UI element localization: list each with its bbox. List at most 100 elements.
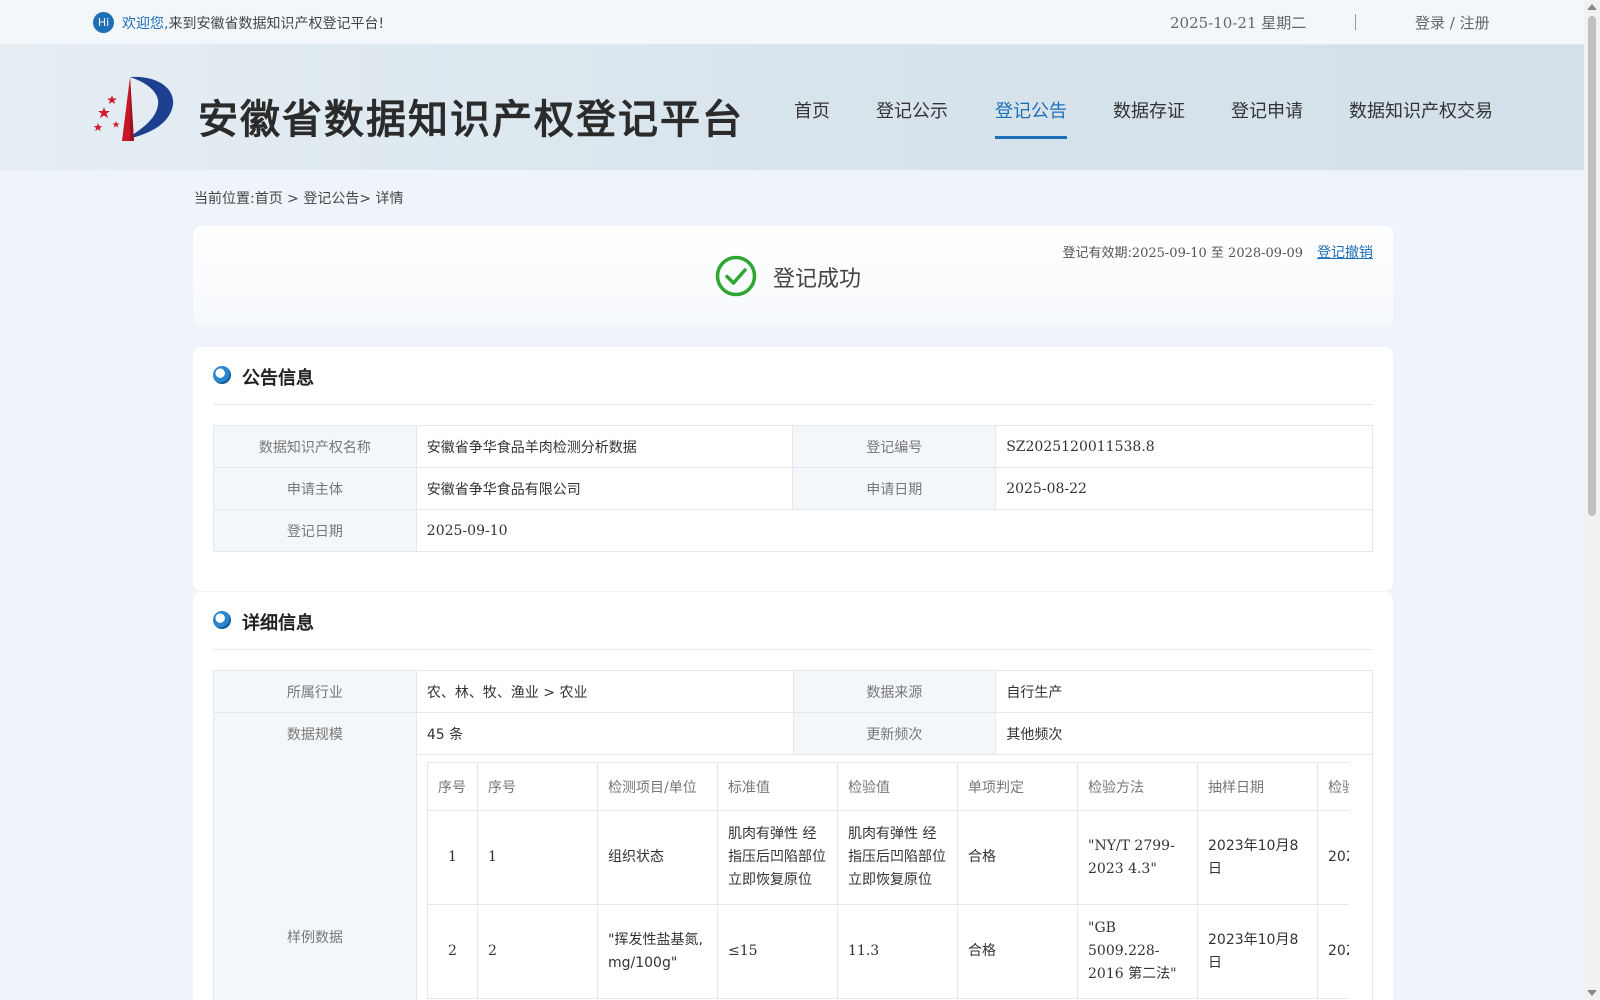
column-header: 检测项目/单位 bbox=[597, 762, 718, 811]
top-bar: Hi 欢迎您,来到安徽省数据知识产权登记平台! 2025-10-21 星期二 登… bbox=[0, 0, 1584, 45]
validity-value: 2025-09-10 至 2028-09-09 bbox=[1131, 246, 1303, 261]
table-cell: "NY/T 2799-2023 4.3" bbox=[1077, 810, 1198, 905]
nav-data-evidence[interactable]: 数据存证 bbox=[1113, 97, 1185, 139]
table-row: 数据规模 45 条 更新频次 其他频次 bbox=[213, 712, 1373, 755]
section-bullet-icon bbox=[213, 366, 231, 384]
field-label: 数据来源 bbox=[792, 670, 997, 713]
field-value: 安徽省争华食品有限公司 bbox=[415, 467, 794, 510]
field-value: 自行生产 bbox=[995, 670, 1373, 713]
sample-data-row: 样例数据 序号 序号 检测项目/单位 标准值 检验值 单项判定 检验方法 抽样日… bbox=[213, 752, 1373, 1000]
column-header: 检验值 bbox=[837, 762, 958, 811]
welcome-highlight: 欢迎您, bbox=[122, 16, 169, 32]
scroll-down-arrow-icon[interactable] bbox=[1587, 990, 1597, 996]
table-cell: 1 bbox=[427, 810, 478, 905]
register-link[interactable]: 注册 bbox=[1460, 14, 1490, 32]
column-header: 序号 bbox=[477, 762, 598, 811]
table-row: 1 1 组织状态 肌肉有弹性 经指压后凹陷部位立即恢复原位 肌肉有弹性 经指压后… bbox=[427, 810, 1349, 905]
field-label: 更新频次 bbox=[792, 712, 997, 755]
section-header: 公告信息 bbox=[213, 347, 1373, 405]
scroll-thumb[interactable] bbox=[1588, 16, 1596, 516]
table-cell: 2023年10月8日-19日 bbox=[1317, 810, 1349, 905]
validity-label: 登记有效期: bbox=[1062, 246, 1132, 261]
section-bullet-icon bbox=[213, 611, 231, 629]
scroll-up-arrow-icon[interactable] bbox=[1587, 4, 1597, 10]
table-cell: 11.3 bbox=[837, 904, 958, 999]
table-cell: 2023年10月8日 bbox=[1197, 904, 1318, 999]
revoke-registration-link[interactable]: 登记撤销 bbox=[1317, 242, 1373, 262]
field-label: 数据知识产权名称 bbox=[213, 425, 417, 468]
table-cell: 2 bbox=[477, 904, 598, 999]
login-link[interactable]: 登录 bbox=[1415, 14, 1445, 32]
sample-data-label: 样例数据 bbox=[214, 752, 417, 1000]
breadcrumb-prefix: 当前位置: bbox=[194, 191, 255, 207]
column-header: 检验方法 bbox=[1077, 762, 1198, 811]
topbar-divider bbox=[1355, 14, 1356, 30]
announcement-section: 公告信息 数据知识产权名称 安徽省争华食品羊肉检测分析数据 登记编号 SZ202… bbox=[193, 347, 1393, 591]
section-title: 详细信息 bbox=[242, 613, 314, 634]
sample-header-row: 序号 序号 检测项目/单位 标准值 检验值 单项判定 检验方法 抽样日期 检验日… bbox=[427, 762, 1349, 811]
details-section: 详细信息 所属行业 农、林、牧、渔业 > 农业 数据来源 自行生产 数据规模 4… bbox=[193, 592, 1393, 1000]
column-header: 标准值 bbox=[717, 762, 838, 811]
section-title: 公告信息 bbox=[242, 368, 314, 389]
breadcrumb-separator: > bbox=[282, 191, 304, 207]
page-scrollbar[interactable] bbox=[1584, 0, 1600, 1000]
status-text: 登记成功 bbox=[773, 267, 862, 292]
details-table: 所属行业 农、林、牧、渔业 > 农业 数据来源 自行生产 数据规模 45 条 更… bbox=[213, 670, 1373, 755]
field-value: 2025-09-10 bbox=[415, 509, 1374, 552]
field-value: 2025-08-22 bbox=[995, 467, 1373, 510]
field-label: 申请日期 bbox=[792, 467, 997, 510]
main-nav: 首页 登记公示 登记公告 数据存证 登记申请 数据知识产权交易 bbox=[0, 97, 1584, 157]
table-cell: 2023年10月8日-19日 bbox=[1317, 904, 1349, 999]
field-label: 登记日期 bbox=[213, 509, 417, 552]
sample-data-table: 序号 序号 检测项目/单位 标准值 检验值 单项判定 检验方法 抽样日期 检验日… bbox=[427, 762, 1349, 999]
field-value: 安徽省争华食品羊肉检测分析数据 bbox=[415, 425, 794, 468]
hi-badge-icon: Hi bbox=[93, 12, 114, 33]
announcement-table: 数据知识产权名称 安徽省争华食品羊肉检测分析数据 登记编号 SZ20251200… bbox=[213, 425, 1374, 552]
table-cell: 1 bbox=[477, 810, 598, 905]
field-value: 农、林、牧、渔业 > 农业 bbox=[415, 670, 794, 713]
current-date: 2025-10-21 星期二 bbox=[1170, 14, 1307, 32]
column-header: 抽样日期 bbox=[1197, 762, 1318, 811]
site-header: 安徽省数据知识产权登记平台 首页 登记公示 登记公告 数据存证 登记申请 数据知… bbox=[0, 45, 1584, 170]
table-cell: 合格 bbox=[957, 810, 1078, 905]
breadcrumb-home[interactable]: 首页 bbox=[255, 191, 283, 207]
table-row: 所属行业 农、林、牧、渔业 > 农业 数据来源 自行生产 bbox=[213, 670, 1373, 713]
nav-registration-publicity[interactable]: 登记公示 bbox=[876, 97, 948, 139]
table-row: 登记日期 2025-09-10 bbox=[213, 509, 1374, 552]
sample-data-scroll-area[interactable]: 序号 序号 检测项目/单位 标准值 检验值 单项判定 检验方法 抽样日期 检验日… bbox=[427, 762, 1349, 1000]
check-circle-icon bbox=[715, 255, 757, 297]
field-label: 申请主体 bbox=[213, 467, 417, 510]
section-header: 详细信息 bbox=[213, 592, 1373, 650]
table-cell: "挥发性盐基氮, mg/100g" bbox=[597, 904, 718, 999]
breadcrumb: 当前位置:首页 > 登记公告> 详情 bbox=[194, 188, 404, 208]
nav-home[interactable]: 首页 bbox=[794, 97, 830, 139]
table-row: 申请主体 安徽省争华食品有限公司 申请日期 2025-08-22 bbox=[213, 467, 1373, 510]
column-header: 序号 bbox=[427, 762, 478, 811]
field-label: 登记编号 bbox=[792, 425, 997, 468]
field-label: 所属行业 bbox=[213, 670, 417, 713]
table-cell: 肌肉有弹性 经指压后凹陷部位立即恢复原位 bbox=[837, 810, 958, 905]
table-cell: 合格 bbox=[957, 904, 1078, 999]
table-cell: 2 bbox=[427, 904, 478, 999]
table-cell: 组织状态 bbox=[597, 810, 718, 905]
table-row: 2 2 "挥发性盐基氮, mg/100g" ≤15 11.3 合格 "GB 50… bbox=[427, 904, 1349, 999]
field-value: SZ2025120011538.8 bbox=[995, 425, 1373, 468]
nav-ip-trading[interactable]: 数据知识产权交易 bbox=[1349, 97, 1493, 139]
table-cell: "GB 5009.228-2016 第二法" bbox=[1077, 904, 1198, 999]
column-header: 单项判定 bbox=[957, 762, 1078, 811]
column-header: 检验日期 bbox=[1317, 762, 1349, 811]
breadcrumb-section[interactable]: 登记公告 bbox=[303, 191, 359, 207]
nav-registration-announcement[interactable]: 登记公告 bbox=[995, 97, 1067, 139]
welcome-text: 欢迎您,来到安徽省数据知识产权登记平台! bbox=[122, 13, 384, 33]
field-value: 45 条 bbox=[415, 712, 794, 755]
validity-period: 登记有效期:2025-09-10 至 2028-09-09 bbox=[1062, 242, 1303, 261]
table-cell: 肌肉有弹性 经指压后凹陷部位立即恢复原位 bbox=[717, 810, 838, 905]
table-cell: 2023年10月8日 bbox=[1197, 810, 1318, 905]
registration-status-card: 登记有效期:2025-09-10 至 2028-09-09 登记撤销 登记成功 bbox=[193, 226, 1393, 326]
field-label: 数据规模 bbox=[213, 712, 417, 755]
field-value: 其他频次 bbox=[995, 712, 1373, 755]
auth-links: 登录 / 注册 bbox=[1415, 12, 1490, 33]
nav-registration-apply[interactable]: 登记申请 bbox=[1231, 97, 1303, 139]
welcome-message: 来到安徽省数据知识产权登记平台! bbox=[168, 16, 385, 32]
table-cell: ≤15 bbox=[717, 904, 838, 999]
